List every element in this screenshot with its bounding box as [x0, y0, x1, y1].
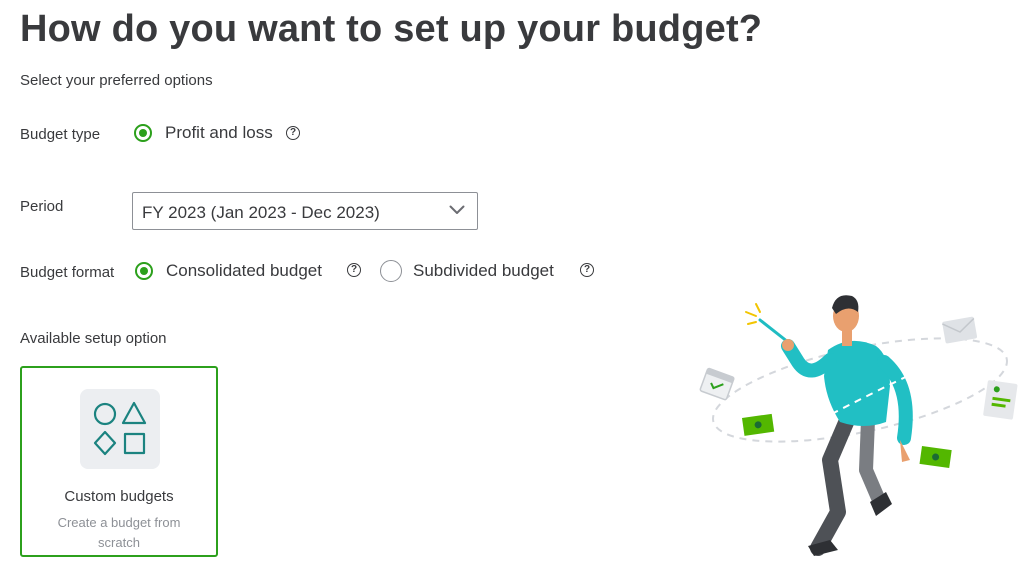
period-dropdown[interactable]: FY 2023 (Jan 2023 - Dec 2023)	[132, 192, 478, 230]
page-subtitle: Select your preferred options	[20, 72, 213, 89]
budget-type-label: Budget type	[20, 126, 101, 143]
budget-illustration	[699, 295, 1018, 556]
profit-and-loss-label[interactable]: Profit and loss	[165, 123, 273, 143]
money-icon	[742, 413, 775, 436]
subdivided-budget-radio[interactable]	[380, 260, 402, 282]
consolidated-budget-label[interactable]: Consolidated budget	[166, 261, 322, 281]
period-dropdown-value: FY 2023 (Jan 2023 - Dec 2023)	[142, 203, 380, 222]
page-title: How do you want to set up your budget?	[20, 8, 763, 50]
subdivided-budget-help-icon[interactable]: ?	[580, 263, 594, 277]
consolidated-budget-help-icon[interactable]: ?	[347, 263, 361, 277]
custom-budgets-card[interactable]: Custom budgets Create a budget from scra…	[20, 366, 218, 557]
envelope-icon	[942, 316, 978, 344]
chevron-down-icon	[449, 205, 465, 214]
profit-and-loss-help-icon[interactable]: ?	[286, 126, 300, 140]
subdivided-budget-label[interactable]: Subdivided budget	[413, 261, 554, 281]
setup-option-label: Available setup option	[20, 330, 167, 347]
card-description: Create a budget from scratch	[57, 515, 181, 550]
money-icon	[919, 446, 952, 469]
consolidated-budget-radio[interactable]	[135, 262, 153, 280]
card-title: Custom budgets	[64, 488, 174, 505]
profit-and-loss-radio[interactable]	[134, 124, 152, 142]
period-label: Period	[20, 198, 64, 215]
document-icon	[983, 380, 1018, 420]
shapes-icon	[80, 389, 160, 469]
budget-format-label: Budget format	[20, 264, 115, 281]
